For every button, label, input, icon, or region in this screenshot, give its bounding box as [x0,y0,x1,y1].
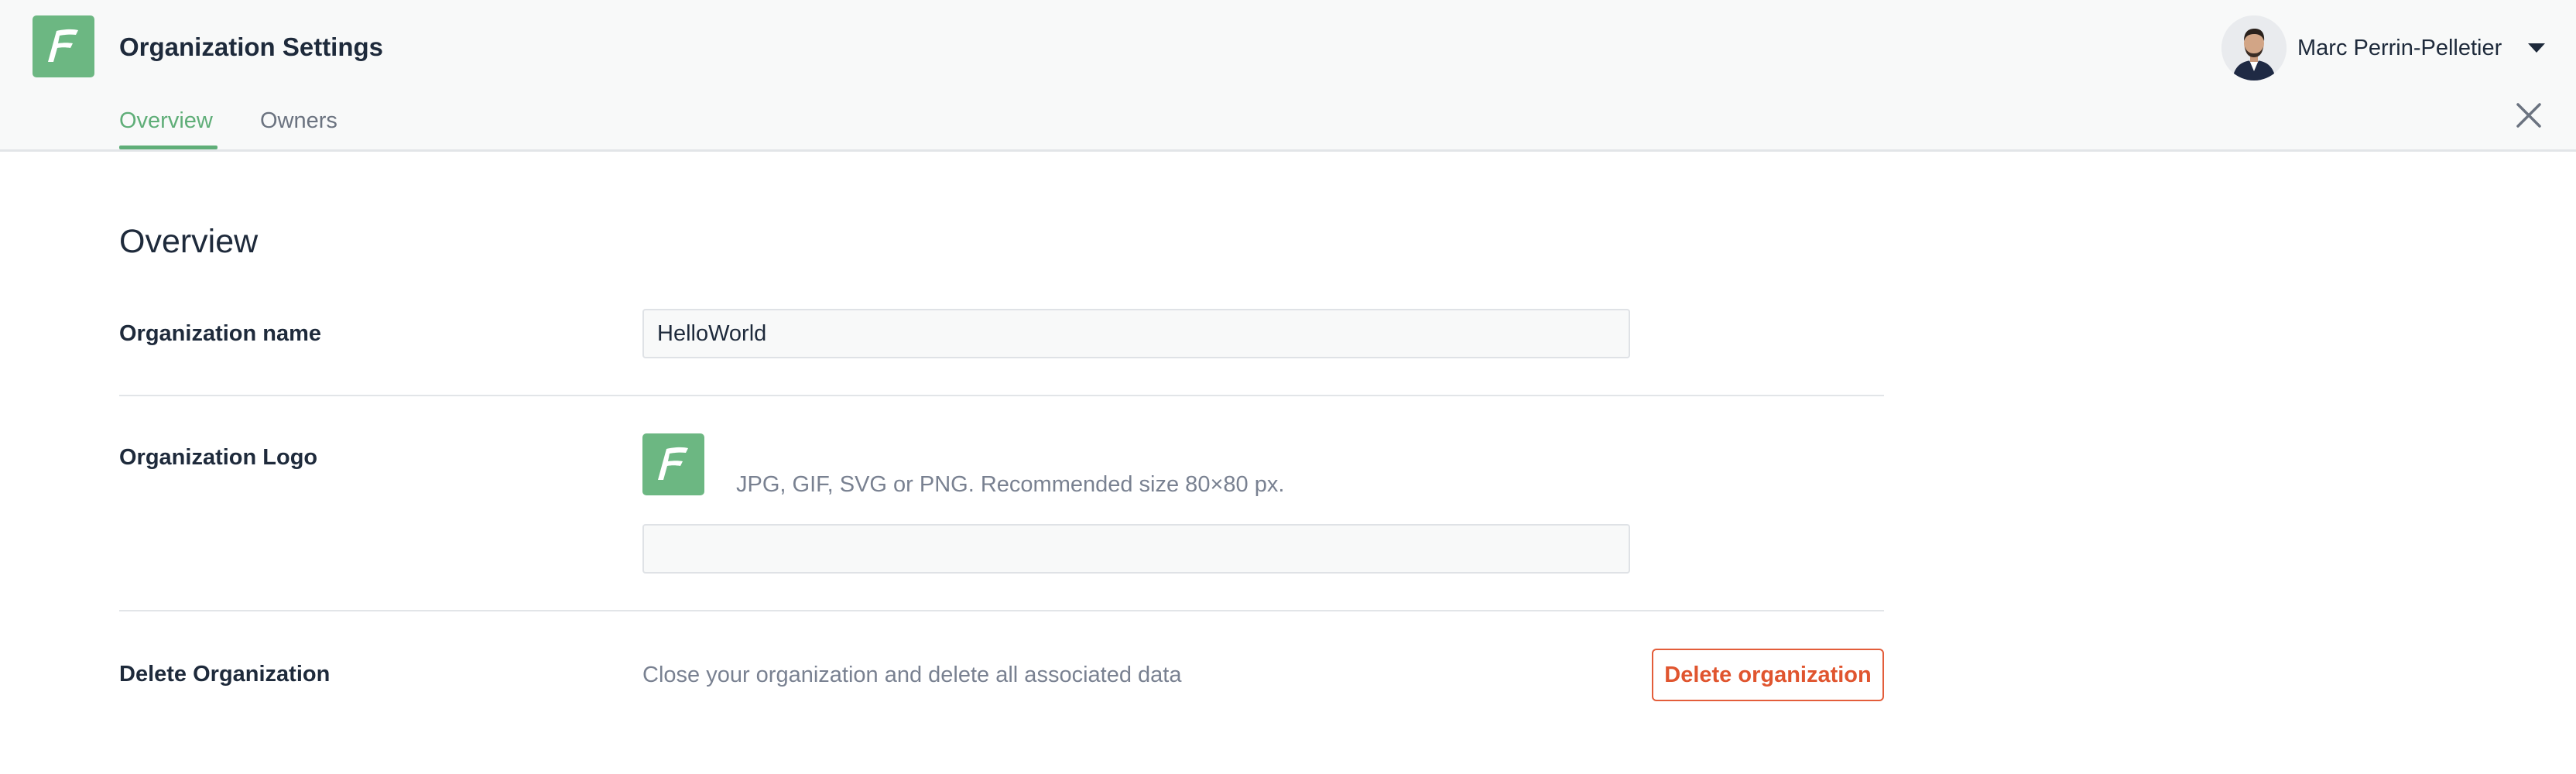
divider [119,610,1884,611]
logo-f-glyph [48,29,78,62]
active-tab-indicator [119,146,218,149]
page-title: Organization Settings [119,33,384,61]
org-name-label: Organization name [119,321,322,346]
delete-organization-button[interactable]: Delete organization [1652,649,1884,701]
chevron-down-icon[interactable] [2528,43,2545,53]
avatar-image [2221,15,2287,80]
divider [119,395,1884,396]
org-logo-label: Organization Logo [119,445,318,470]
close-icon[interactable] [2516,102,2542,128]
org-logo-preview-icon[interactable] [642,433,704,495]
tab-owners[interactable]: Owners [260,108,337,134]
app-logo-icon[interactable] [33,15,94,77]
delete-org-label: Delete Organization [119,662,331,687]
section-title: Overview [119,223,259,260]
org-name-input[interactable] [642,309,1630,358]
logo-hint: JPG, GIF, SVG or PNG. Recommended size 8… [736,472,1285,497]
avatar[interactable] [2221,15,2287,80]
user-name[interactable]: Marc Perrin-Pelletier [2297,36,2502,61]
user-menu[interactable]: Marc Perrin-Pelletier [2221,15,2502,80]
delete-org-description: Close your organization and delete all a… [642,663,1182,687]
org-logo-input[interactable] [642,524,1630,574]
logo-f-glyph [658,447,688,480]
tab-overview[interactable]: Overview [119,108,213,134]
top-header: Organization Settings Marc Perrin-Pellet… [0,0,2576,152]
